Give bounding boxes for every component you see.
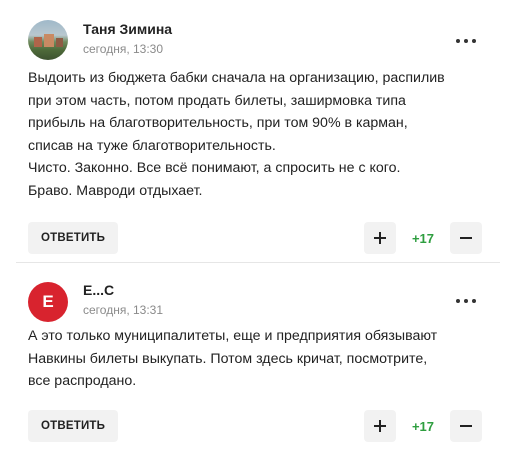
comment-text-line: Выдоить из бюджета бабки сначала на орга… — [28, 70, 445, 86]
plus-icon — [374, 232, 386, 244]
reply-button[interactable]: ОТВЕТИТЬ — [28, 222, 119, 254]
comment-author[interactable]: Е...С — [83, 282, 114, 298]
comment: Е Е...С сегодня, 13:31 А это только муни… — [0, 262, 516, 452]
comment-text-line: Навкины билеты выкупать. Потом здесь кри… — [28, 350, 428, 367]
comment-text-line: прибыль на благотворительность, при том … — [28, 115, 408, 131]
comment-text-line: списав на туже благотворительность. — [28, 137, 276, 154]
downvote-button[interactable] — [450, 410, 482, 442]
comment: Таня Зимина сегодня, 13:30 Выдоить из бю… — [0, 0, 516, 262]
comment-text-line: Чисто. Законно. Все всё понимают, а спро… — [28, 160, 401, 176]
comment-text: А это только муниципалитеты, еще и предп… — [28, 325, 488, 393]
comment-text: Выдоить из бюджета бабки сначала на орга… — [28, 67, 488, 202]
avatar[interactable] — [28, 20, 68, 60]
comment-author[interactable]: Таня Зимина — [83, 21, 172, 37]
plus-icon — [374, 420, 386, 432]
comment-timestamp: сегодня, 13:31 — [83, 303, 164, 317]
more-options-icon[interactable] — [456, 37, 476, 45]
comment-text-line: все распродано. — [28, 373, 137, 389]
vote-score: +17 — [411, 419, 435, 434]
downvote-button[interactable] — [450, 222, 482, 254]
vote-score: +17 — [411, 231, 435, 246]
comment-timestamp: сегодня, 13:30 — [83, 42, 164, 56]
upvote-button[interactable] — [364, 222, 396, 254]
avatar[interactable]: Е — [28, 282, 68, 322]
minus-icon — [460, 425, 472, 427]
more-options-icon[interactable] — [456, 297, 476, 305]
comment-text-line: при этом часть, потом продать билеты, за… — [28, 92, 406, 109]
comment-text-line: А это только муниципалитеты, еще и предп… — [28, 328, 438, 344]
upvote-button[interactable] — [364, 410, 396, 442]
minus-icon — [460, 237, 472, 239]
reply-button[interactable]: ОТВЕТИТЬ — [28, 410, 119, 442]
comment-text-line: Браво. Мавроди отдыхает. — [28, 182, 203, 199]
